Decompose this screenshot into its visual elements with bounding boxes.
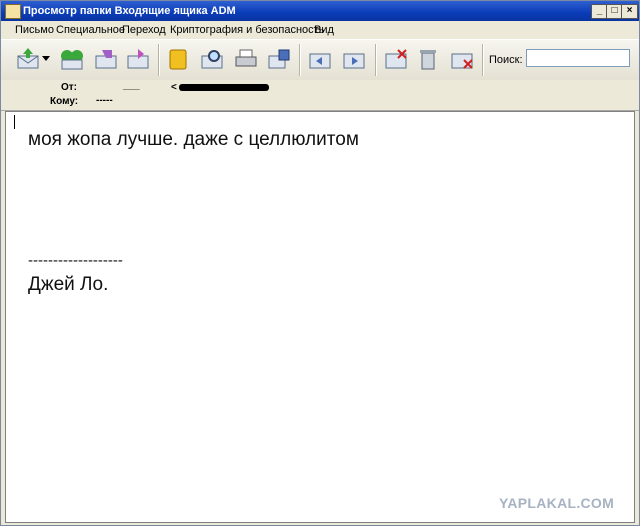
save-button[interactable]	[266, 46, 292, 72]
forward-button[interactable]	[125, 46, 151, 72]
junk-icon	[451, 53, 473, 69]
junk-button[interactable]	[449, 46, 475, 72]
from-value: ___	[123, 80, 140, 91]
move-button[interactable]	[307, 46, 333, 72]
menu-bar: Письмо Специальное Переход Криптография …	[1, 21, 639, 39]
toolbar-separator	[375, 44, 377, 76]
signature-separator: -------------------	[28, 252, 123, 269]
toolbar-separator	[158, 44, 160, 76]
signature: Джей Ло.	[28, 274, 109, 295]
text-cursor	[14, 115, 15, 129]
menu-crypto[interactable]: Криптография и безопасность	[170, 24, 324, 36]
message-line: моя жопа лучше. даже с целлюлитом	[28, 129, 359, 150]
title-bar[interactable]: Просмотр папки Входящие ящика ADM _ □ ×	[1, 1, 639, 21]
move-icon	[309, 53, 331, 69]
toolbar-separator	[482, 44, 484, 76]
toolbar: Поиск:	[1, 39, 639, 81]
send-receive-button[interactable]	[59, 46, 85, 72]
print-icon	[235, 49, 257, 67]
mark-button[interactable]	[383, 46, 409, 72]
to-value: -----	[96, 95, 113, 106]
copy-icon	[343, 53, 365, 69]
print-button[interactable]	[233, 46, 259, 72]
message-header: От: ___ < Кому: -----	[1, 80, 639, 111]
redacted-address	[179, 84, 269, 91]
message-body[interactable]: моя жопа лучше. даже с целлюлитом ------…	[5, 111, 635, 523]
mark-icon	[385, 49, 407, 69]
toolbar-separator	[299, 44, 301, 76]
delete-button[interactable]	[415, 46, 441, 72]
get-mail-dropdown[interactable]	[39, 46, 53, 72]
get-mail-icon	[17, 48, 39, 69]
window-title: Просмотр папки Входящие ящика ADM	[23, 5, 236, 17]
watermark: YAPLAKAL.COM	[499, 495, 615, 511]
menu-view[interactable]: Вид	[314, 24, 334, 36]
folder-icon	[5, 4, 21, 19]
menu-special[interactable]: Специальное	[56, 24, 125, 36]
to-label: Кому:	[50, 96, 79, 107]
find-icon	[201, 50, 223, 69]
save-icon	[268, 49, 290, 69]
from-address-prefix: <	[171, 82, 177, 93]
dropdown-arrow-icon	[42, 56, 50, 61]
copy-button[interactable]	[341, 46, 367, 72]
delete-icon	[420, 50, 436, 70]
close-button[interactable]: ×	[621, 4, 638, 19]
search-input[interactable]	[526, 49, 630, 67]
send-receive-icon	[61, 50, 83, 70]
address-book-button[interactable]	[165, 46, 191, 72]
reply-button[interactable]	[93, 46, 119, 72]
search-label: Поиск:	[489, 54, 523, 66]
get-mail-button[interactable]	[15, 46, 41, 72]
address-book-icon	[169, 49, 187, 70]
find-button[interactable]	[199, 46, 225, 72]
from-label: От:	[61, 82, 78, 93]
menu-go[interactable]: Переход	[122, 24, 166, 36]
forward-icon	[127, 49, 149, 69]
mail-viewer-window: Просмотр папки Входящие ящика ADM _ □ × …	[0, 0, 640, 526]
menu-letter[interactable]: Письмо	[15, 24, 54, 36]
reply-icon	[95, 50, 117, 69]
